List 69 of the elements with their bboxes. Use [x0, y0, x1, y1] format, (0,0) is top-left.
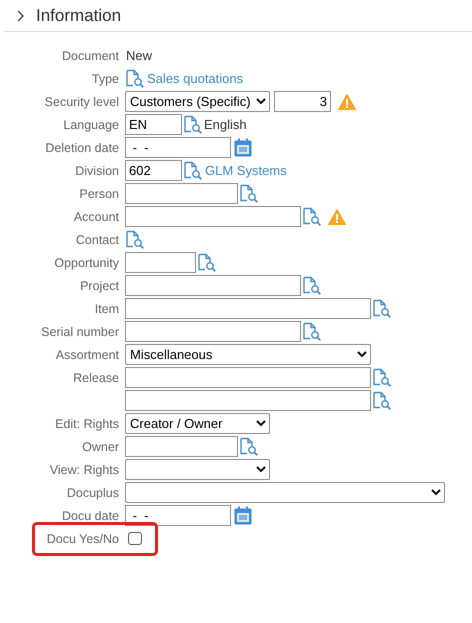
document-search-icon[interactable]	[372, 299, 392, 318]
chevron-down-icon	[256, 466, 266, 473]
field-label: Release	[73, 370, 119, 385]
field-label: Owner	[82, 440, 119, 454]
field-label: Project	[80, 278, 119, 293]
chevron-right-icon[interactable]	[16, 10, 26, 22]
document-search-icon[interactable]	[125, 230, 145, 249]
input-field[interactable]: - -	[125, 505, 231, 526]
document-search-icon[interactable]	[239, 184, 259, 203]
document-search-icon[interactable]	[372, 368, 392, 387]
document-search-icon[interactable]	[197, 253, 217, 272]
field-label: Type	[92, 72, 119, 86]
field-label: Account	[74, 210, 119, 224]
input-field[interactable]: 3	[274, 91, 331, 112]
input-field[interactable]	[125, 298, 371, 319]
field-label: Division	[75, 164, 119, 178]
field-label: Document	[62, 48, 119, 63]
input-field[interactable]	[125, 252, 196, 273]
field-label: Docu Yes/No	[46, 532, 119, 546]
field-label: Docu date	[62, 508, 119, 523]
field-label: Security level	[44, 94, 119, 109]
field-label: Edit: Rights	[55, 416, 119, 431]
field-label: Language	[63, 118, 119, 132]
calendar-icon[interactable]	[234, 506, 252, 525]
field-value: English	[204, 116, 247, 134]
chevron-down-icon	[357, 351, 367, 358]
checkbox[interactable]	[128, 532, 142, 545]
document-search-icon[interactable]	[183, 161, 203, 180]
dropdown[interactable]	[125, 459, 270, 480]
input-field[interactable]	[125, 367, 371, 388]
document-search-icon[interactable]	[302, 322, 322, 341]
calendar-icon[interactable]	[234, 138, 252, 157]
input-field[interactable]	[125, 436, 238, 457]
link[interactable]: Sales quotations	[147, 68, 244, 88]
input-field[interactable]	[125, 390, 371, 411]
warning-icon	[328, 208, 346, 224]
field-label: Assortment	[56, 348, 119, 362]
input-field[interactable]	[125, 206, 301, 227]
document-search-icon[interactable]	[302, 276, 322, 295]
input-field[interactable]	[125, 275, 301, 296]
document-search-icon[interactable]	[183, 115, 203, 134]
chevron-down-icon	[256, 98, 266, 105]
input-field[interactable]	[125, 321, 301, 342]
dropdown[interactable]: Miscellaneous	[125, 344, 371, 365]
warning-icon	[338, 94, 356, 110]
dropdown[interactable]: Creator / Owner	[125, 413, 270, 434]
field-label: View: Rights	[50, 462, 119, 477]
field-label: Person	[79, 186, 119, 201]
dropdown[interactable]: Customers (Specific)	[125, 91, 270, 112]
field-label: Serial number	[41, 324, 119, 339]
field-label: Item	[94, 302, 119, 316]
document-search-icon[interactable]	[125, 69, 145, 88]
document-search-icon[interactable]	[302, 207, 322, 226]
input-field[interactable]: EN	[125, 114, 182, 135]
input-field[interactable]: 602	[125, 160, 182, 181]
field-label: Opportunity	[54, 256, 119, 270]
field-label: Contact	[76, 232, 119, 247]
chevron-down-icon	[256, 420, 266, 427]
chevron-down-icon	[431, 489, 441, 496]
link[interactable]: GLM Systems	[205, 160, 287, 180]
section-title: Information	[36, 4, 122, 27]
input-field[interactable]: - -	[125, 137, 231, 158]
document-search-icon[interactable]	[239, 437, 259, 456]
document-search-icon[interactable]	[372, 391, 392, 410]
input-field[interactable]	[125, 183, 238, 204]
field-label: Deletion date	[45, 140, 119, 155]
field-value: New	[126, 46, 152, 65]
dropdown[interactable]	[125, 482, 445, 503]
field-label: Docuplus	[66, 486, 119, 500]
